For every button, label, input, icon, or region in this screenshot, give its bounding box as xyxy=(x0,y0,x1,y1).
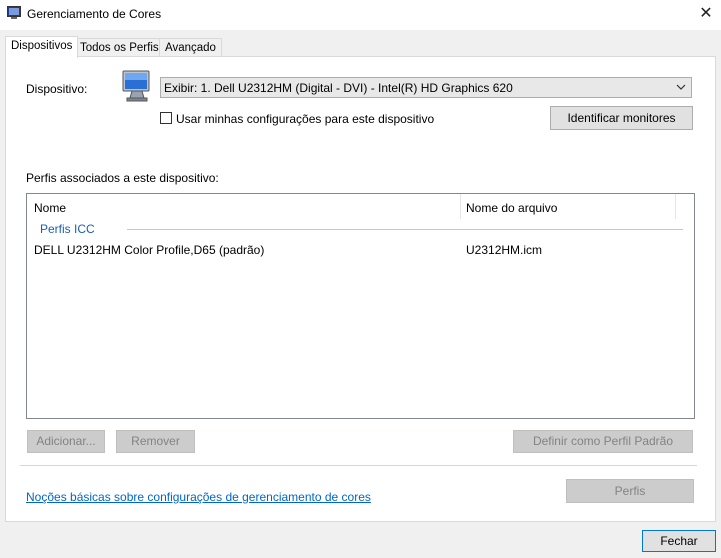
device-dropdown[interactable]: Exibir: 1. Dell U2312HM (Digital - DVI) … xyxy=(160,77,692,98)
help-link[interactable]: Noções básicas sobre configurações de ge… xyxy=(26,490,371,504)
use-my-settings-label: Usar minhas configurações para este disp… xyxy=(176,112,435,126)
device-label: Dispositivo: xyxy=(26,82,88,96)
remove-button[interactable]: Remover xyxy=(116,430,195,453)
tab-dispositivos[interactable]: Dispositivos xyxy=(5,36,79,58)
table-row[interactable]: DELL U2312HM Color Profile,D65 (padrão) … xyxy=(27,238,694,260)
tab-todos-os-perfis[interactable]: Todos os Perfis xyxy=(74,38,165,57)
group-divider xyxy=(127,229,683,230)
profile-file: U2312HM.icm xyxy=(466,243,543,257)
use-my-settings-checkbox[interactable] xyxy=(160,112,172,124)
column-header-name[interactable]: Nome xyxy=(34,201,66,215)
add-button[interactable]: Adicionar... xyxy=(27,430,105,453)
set-default-profile-button[interactable]: Definir como Perfil Padrão xyxy=(513,430,693,453)
column-divider xyxy=(460,194,461,219)
close-button[interactable]: Fechar xyxy=(642,530,716,552)
profiles-button[interactable]: Perfis xyxy=(566,479,694,503)
profile-name: DELL U2312HM Color Profile,D65 (padrão) xyxy=(34,243,265,257)
close-icon[interactable]: ✕ xyxy=(696,3,716,25)
device-dropdown-value: Exibir: 1. Dell U2312HM (Digital - DVI) … xyxy=(164,81,513,95)
chevron-down-icon xyxy=(676,84,686,90)
profiles-list[interactable]: Nome Nome do arquivo Perfis ICC DELL U23… xyxy=(26,193,695,419)
window-title: Gerenciamento de Cores xyxy=(27,7,162,21)
color-management-icon xyxy=(7,6,21,19)
monitor-icon xyxy=(122,70,150,102)
column-divider xyxy=(675,194,676,219)
column-header-file[interactable]: Nome do arquivo xyxy=(466,201,557,215)
profiles-section-label: Perfis associados a este dispositivo: xyxy=(26,171,219,185)
tab-avancado[interactable]: Avançado xyxy=(159,38,222,57)
divider xyxy=(20,465,697,466)
group-header-icc: Perfis ICC xyxy=(40,222,95,236)
identify-monitors-button[interactable]: Identificar monitores xyxy=(550,106,693,130)
